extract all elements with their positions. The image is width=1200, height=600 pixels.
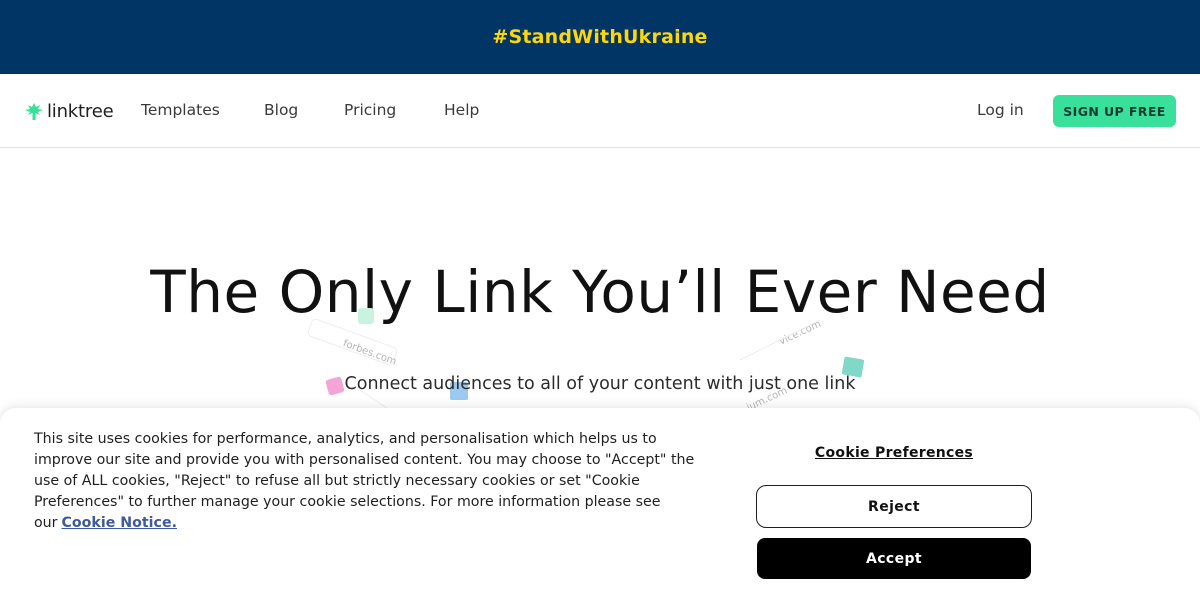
cookie-banner: This site uses cookies for performance, … xyxy=(0,408,1200,600)
decor-line-right xyxy=(739,319,821,361)
cookie-preferences-link[interactable]: Cookie Preferences xyxy=(756,445,1032,461)
linktree-logo[interactable]: linktree xyxy=(25,101,114,122)
login-link[interactable]: Log in xyxy=(977,101,1024,119)
nav-link-blog[interactable]: Blog xyxy=(264,101,298,119)
nav-link-pricing[interactable]: Pricing xyxy=(344,101,396,119)
logo-text: linktree xyxy=(47,101,114,122)
nav-link-templates[interactable]: Templates xyxy=(141,101,220,119)
stand-with-ukraine-link[interactable]: #StandWithUkraine xyxy=(492,26,707,48)
cookie-notice-link[interactable]: Cookie Notice. xyxy=(62,515,177,531)
top-banner: #StandWithUkraine xyxy=(0,0,1200,74)
reject-button[interactable]: Reject xyxy=(756,485,1032,528)
hero-subtitle: Connect audiences to all of your content… xyxy=(344,374,856,394)
nav-link-help[interactable]: Help xyxy=(444,101,479,119)
decor-forbes-text: forbes.com xyxy=(341,338,397,367)
hero-title: The Only Link You’ll Ever Need xyxy=(150,258,1050,326)
linktree-logo-icon xyxy=(25,103,43,120)
signup-button[interactable]: SIGN UP FREE xyxy=(1053,95,1176,127)
cookie-message: This site uses cookies for performance, … xyxy=(34,429,714,534)
accept-button[interactable]: Accept xyxy=(757,538,1031,579)
main-nav: linktree Templates Blog Pricing Help Log… xyxy=(0,74,1200,148)
